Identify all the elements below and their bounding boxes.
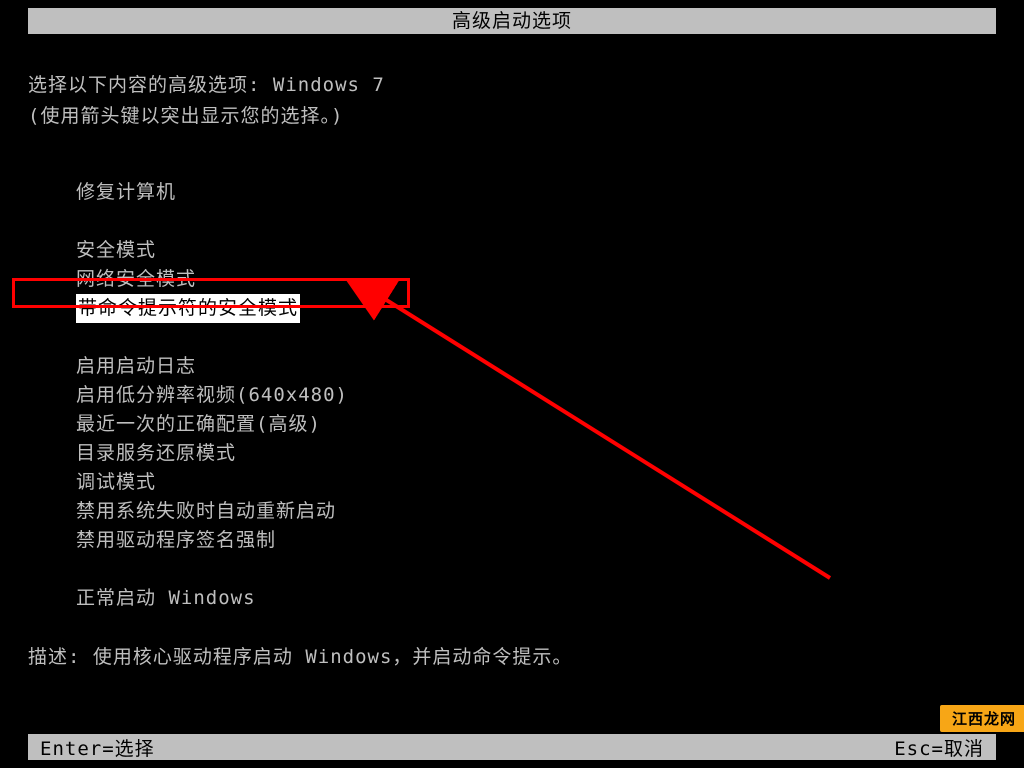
- menu-item-last-known-good[interactable]: 最近一次的正确配置(高级): [76, 410, 996, 439]
- menu-item-safe-mode-cmd[interactable]: 带命令提示符的安全模式: [76, 294, 996, 323]
- footer-bar: Enter=选择 Esc=取消: [28, 734, 996, 760]
- menu-item-normal-boot[interactable]: 正常启动 Windows: [76, 584, 996, 613]
- menu-spacer: [76, 207, 996, 236]
- description-label: 描述:: [28, 646, 93, 668]
- menu-item-disable-driver-sig[interactable]: 禁用驱动程序签名强制: [76, 526, 996, 555]
- description-area: 描述: 使用核心驱动程序启动 Windows，并启动命令提示。: [28, 642, 572, 669]
- title-text: 高级启动选项: [452, 10, 572, 32]
- menu-item-debug[interactable]: 调试模式: [76, 468, 996, 497]
- menu-item-ds-restore[interactable]: 目录服务还原模式: [76, 439, 996, 468]
- menu-item-low-res[interactable]: 启用低分辨率视频(640x480): [76, 381, 996, 410]
- prompt-line-2: (使用箭头键以突出显示您的选择。): [28, 101, 996, 128]
- menu-item-disable-auto-restart[interactable]: 禁用系统失败时自动重新启动: [76, 497, 996, 526]
- boot-menu[interactable]: 修复计算机 安全模式 网络安全模式 带命令提示符的安全模式 启用启动日志 启用低…: [76, 178, 996, 613]
- menu-spacer: [76, 555, 996, 584]
- content-area: 选择以下内容的高级选项: Windows 7 (使用箭头键以突出显示您的选择。)…: [28, 70, 996, 613]
- prompt-line-1: 选择以下内容的高级选项: Windows 7: [28, 70, 996, 97]
- menu-item-boot-log[interactable]: 启用启动日志: [76, 352, 996, 381]
- footer-esc-hint: Esc=取消: [894, 734, 984, 761]
- menu-item-safe-mode[interactable]: 安全模式: [76, 236, 996, 265]
- description-text: 使用核心驱动程序启动 Windows，并启动命令提示。: [93, 646, 573, 668]
- os-name: Windows 7: [273, 74, 385, 96]
- watermark-badge: 江西龙网: [940, 705, 1024, 732]
- title-bar: 高级启动选项: [28, 8, 996, 34]
- menu-item-safe-mode-network[interactable]: 网络安全模式: [76, 265, 996, 294]
- selected-item-text: 带命令提示符的安全模式: [76, 294, 300, 323]
- footer-enter-hint: Enter=选择: [40, 734, 155, 761]
- menu-spacer: [76, 323, 996, 352]
- menu-item-repair[interactable]: 修复计算机: [76, 178, 996, 207]
- prompt-prefix: 选择以下内容的高级选项:: [28, 74, 273, 96]
